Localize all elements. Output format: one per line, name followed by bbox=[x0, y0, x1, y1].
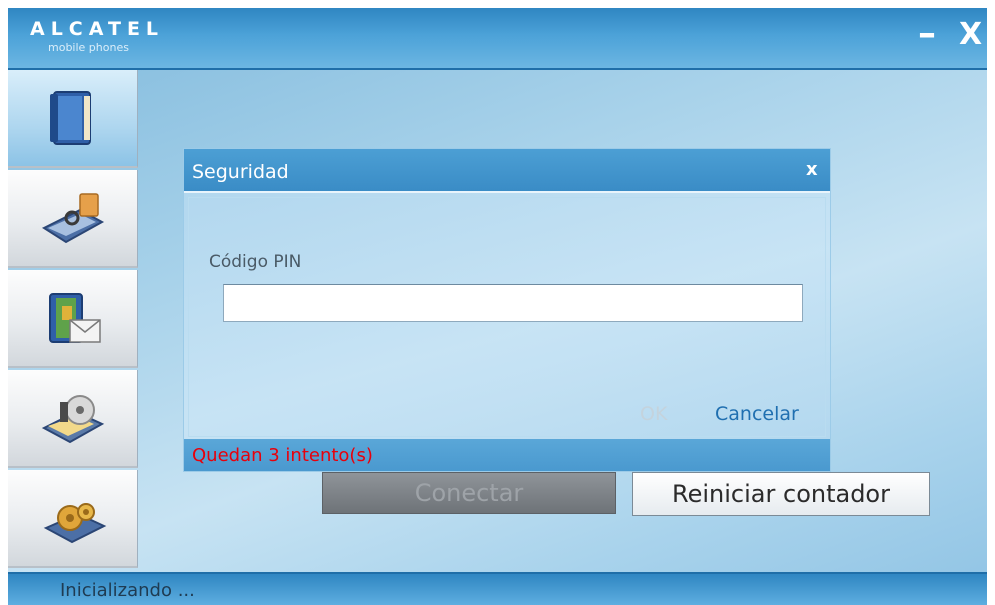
messages-icon bbox=[49, 293, 101, 343]
sidebar-item-settings[interactable] bbox=[8, 470, 138, 568]
dialog-title: Seguridad bbox=[192, 161, 289, 183]
sidebar-item-messages[interactable] bbox=[8, 270, 138, 368]
phonebook-icon bbox=[50, 91, 91, 145]
dialog-body: Código PIN OK Cancelar bbox=[188, 197, 826, 437]
sidebar-item-connection[interactable] bbox=[8, 170, 138, 268]
settings-icon bbox=[43, 503, 107, 544]
title-bar: ALCATEL mobile phones – X bbox=[8, 8, 987, 70]
sidebar-item-phonebook[interactable] bbox=[8, 70, 138, 168]
sidebar-item-multimedia[interactable] bbox=[8, 370, 138, 468]
connect-button[interactable]: Conectar bbox=[322, 472, 616, 514]
attempts-remaining-text: Quedan 3 intento(s) bbox=[192, 445, 373, 466]
pin-label: Código PIN bbox=[209, 252, 302, 272]
reset-counter-button[interactable]: Reiniciar contador bbox=[632, 472, 930, 516]
dialog-close-button[interactable]: x bbox=[806, 159, 818, 180]
status-bar: Inicializando ... bbox=[8, 572, 987, 605]
minimize-button[interactable]: – bbox=[918, 16, 936, 52]
pin-input[interactable] bbox=[223, 284, 803, 322]
security-dialog: Seguridad x Código PIN OK Cancelar Queda… bbox=[183, 148, 831, 472]
connection-icon bbox=[41, 193, 105, 244]
sidebar bbox=[8, 70, 140, 572]
multimedia-icon bbox=[41, 395, 105, 444]
status-text: Inicializando ... bbox=[60, 580, 195, 601]
brand-name: ALCATEL bbox=[30, 18, 165, 40]
cancel-button[interactable]: Cancelar bbox=[715, 403, 799, 425]
brand-subtitle: mobile phones bbox=[48, 41, 129, 54]
alcatel-logo: ALCATEL mobile phones bbox=[30, 18, 164, 54]
close-button[interactable]: X bbox=[959, 20, 982, 50]
dialog-title-bar: Seguridad x bbox=[184, 149, 830, 193]
ok-button[interactable]: OK bbox=[640, 403, 667, 425]
app-window: ALCATEL mobile phones – X Seguridad x Có… bbox=[8, 8, 987, 605]
dialog-status-bar: Quedan 3 intento(s) bbox=[184, 439, 830, 471]
